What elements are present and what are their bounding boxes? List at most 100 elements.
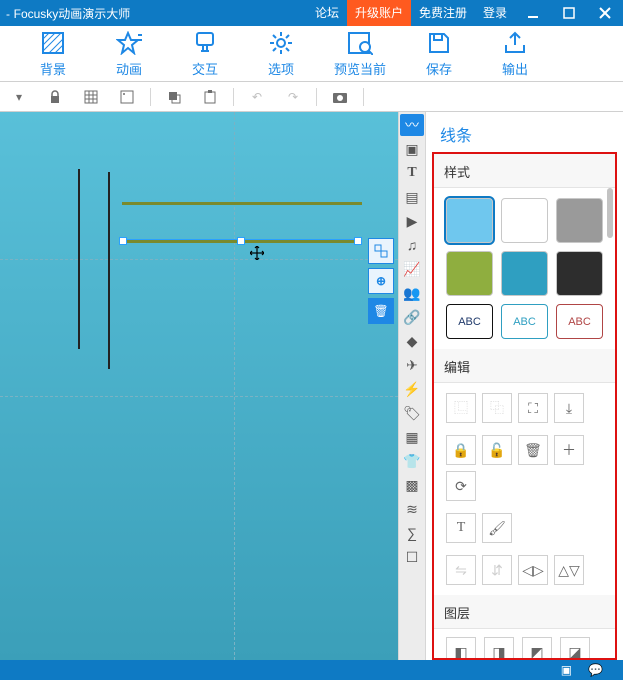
line-tool-icon[interactable]: 〰 — [400, 114, 424, 136]
grid-icon[interactable] — [78, 84, 104, 110]
resize-handle-left[interactable] — [119, 237, 127, 245]
shirt-tool-icon[interactable]: 👕 — [400, 450, 424, 472]
gridview-tool-icon[interactable]: ▩ — [400, 474, 424, 496]
tab-animation[interactable]: 动画 — [106, 29, 152, 78]
import-button[interactable]: ⤓ — [554, 393, 584, 423]
chat-icon[interactable]: 💬 — [588, 663, 603, 677]
image-tool-icon[interactable]: ▣ — [400, 138, 424, 160]
minimize-button[interactable] — [515, 0, 551, 26]
shape-line-vertical-2[interactable] — [108, 172, 110, 369]
group-button[interactable]: ⿺ — [446, 393, 476, 423]
link-tool-icon[interactable]: 🔗 — [400, 306, 424, 328]
table-tool-icon[interactable]: ▦ — [400, 426, 424, 448]
chart-tool-icon[interactable]: 📈 — [400, 258, 424, 280]
panel-title: 线条 — [426, 112, 623, 152]
panel-inner: 样式 ABC ABC ABC 编辑 ⿺ ⿻ ⛶ ⤓ 🔒 🔓 — [432, 152, 617, 660]
resize-handle-mid[interactable] — [237, 237, 245, 245]
send-back-button[interactable]: ◪ — [560, 637, 590, 660]
edit-buttons: ⿺ ⿻ ⛶ ⤓ 🔒 🔓 🗑 ＋ ⟳ T 🖌 ⇋ ⇵ ◁▷ △▽ — [434, 383, 615, 595]
bring-forward-button[interactable]: ◨ — [484, 637, 514, 660]
zoom-in-icon[interactable]: ⊕ — [368, 268, 394, 294]
status-bar: ▣ 💬 — [0, 660, 623, 680]
mirrorv-button[interactable]: △▽ — [554, 555, 584, 585]
bring-front-button[interactable]: ◧ — [446, 637, 476, 660]
unlock-button[interactable]: 🔓 — [482, 435, 512, 465]
trash-button[interactable]: 🗑 — [518, 435, 548, 465]
layers-tool-icon[interactable]: ≋ — [400, 498, 424, 520]
plane-tool-icon[interactable]: ✈ — [400, 354, 424, 376]
shape-line-vertical-1[interactable] — [78, 169, 80, 349]
flash-tool-icon[interactable]: ⚡ — [400, 378, 424, 400]
lock-icon[interactable] — [42, 84, 68, 110]
link-frame-icon[interactable] — [368, 238, 394, 264]
present-icon[interactable]: ▣ — [561, 663, 572, 677]
add-button[interactable]: ＋ — [554, 435, 584, 465]
mirrorh-button[interactable]: ◁▷ — [518, 555, 548, 585]
textedit-button[interactable]: T — [446, 513, 476, 543]
fit-button[interactable]: ⛶ — [518, 393, 548, 423]
text-tool-icon[interactable]: T — [400, 162, 424, 184]
swatch-abc-2[interactable]: ABC — [501, 304, 548, 339]
guide-vertical — [234, 112, 235, 660]
delete-icon[interactable]: 🗑 — [368, 298, 394, 324]
export-icon — [503, 29, 527, 57]
ruler-icon[interactable] — [114, 84, 140, 110]
tab-preview[interactable]: 预览当前 — [334, 29, 386, 78]
tag-tool-icon[interactable]: 🏷 — [400, 402, 424, 424]
upgrade-link[interactable]: 升级账户 — [347, 0, 411, 26]
selected-line[interactable] — [122, 239, 359, 242]
object-tool-column: 〰 ▣ T ▤ ▶ ♫ 📈 👥 🔗 ◆ ✈ ⚡ 🏷 ▦ 👕 ▩ ≋ ∑ ☐ — [398, 112, 426, 660]
formula-tool-icon[interactable]: ∑ — [400, 522, 424, 544]
forum-link[interactable]: 论坛 — [307, 0, 347, 26]
edit-toolbar: ▾ ↶ ↷ — [0, 82, 623, 112]
swatch-5[interactable] — [501, 251, 548, 296]
save-icon — [427, 29, 451, 57]
maximize-button[interactable] — [551, 0, 587, 26]
move-cursor-icon — [250, 246, 264, 260]
music-tool-icon[interactable]: ♫ — [400, 234, 424, 256]
login-link[interactable]: 登录 — [475, 0, 515, 26]
swatch-2[interactable] — [501, 198, 548, 243]
redo-icon[interactable]: ↷ — [280, 84, 306, 110]
preview-icon — [347, 29, 373, 57]
undo-icon[interactable]: ↶ — [244, 84, 270, 110]
brush-button[interactable]: 🖌 — [482, 513, 512, 543]
guide-horizontal-1 — [0, 259, 398, 260]
section-style: 样式 — [434, 154, 615, 188]
swatch-abc-1[interactable]: ABC — [446, 304, 493, 339]
shape-tool-icon[interactable]: ◆ — [400, 330, 424, 352]
video-tool-icon[interactable]: ▶ — [400, 210, 424, 232]
hand-icon — [193, 29, 217, 57]
refresh-button[interactable]: ⟳ — [446, 471, 476, 501]
shape-line-horizontal-1[interactable] — [122, 202, 362, 205]
swatch-4[interactable] — [446, 251, 493, 296]
resize-handle-right[interactable] — [354, 237, 362, 245]
register-link[interactable]: 免费注册 — [411, 0, 475, 26]
canvas[interactable]: ⊕ 🗑 — [0, 112, 398, 660]
flipv-button[interactable]: ⇵ — [482, 555, 512, 585]
group-tool-icon[interactable]: 👥 — [400, 282, 424, 304]
properties-panel: 线条 样式 ABC ABC ABC 编辑 ⿺ ⿻ ⛶ ⤓ — [426, 112, 623, 660]
pointer-icon[interactable]: ▾ — [6, 84, 32, 110]
tab-interact[interactable]: 交互 — [182, 29, 228, 78]
tab-background[interactable]: 背景 — [30, 29, 76, 78]
main-toolbar: 背景 动画 交互 选项 预览当前 保存 输出 — [0, 26, 623, 82]
paste-icon[interactable] — [197, 84, 223, 110]
copy-icon[interactable] — [161, 84, 187, 110]
lock-button[interactable]: 🔒 — [446, 435, 476, 465]
tab-options[interactable]: 选项 — [258, 29, 304, 78]
swatch-abc-3[interactable]: ABC — [556, 304, 603, 339]
tab-export[interactable]: 输出 — [492, 29, 538, 78]
camera-icon[interactable] — [327, 84, 353, 110]
tab-save[interactable]: 保存 — [416, 29, 462, 78]
ungroup-button[interactable]: ⿻ — [482, 393, 512, 423]
scrollbar-thumb[interactable] — [607, 188, 613, 238]
layout-tool-icon[interactable]: ▤ — [400, 186, 424, 208]
swatch-3[interactable] — [556, 198, 603, 243]
send-backward-button[interactable]: ◩ — [522, 637, 552, 660]
close-button[interactable] — [587, 0, 623, 26]
fliph-button[interactable]: ⇋ — [446, 555, 476, 585]
swatch-6[interactable] — [556, 251, 603, 296]
box-tool-icon[interactable]: ☐ — [400, 546, 424, 568]
swatch-1[interactable] — [446, 198, 493, 243]
